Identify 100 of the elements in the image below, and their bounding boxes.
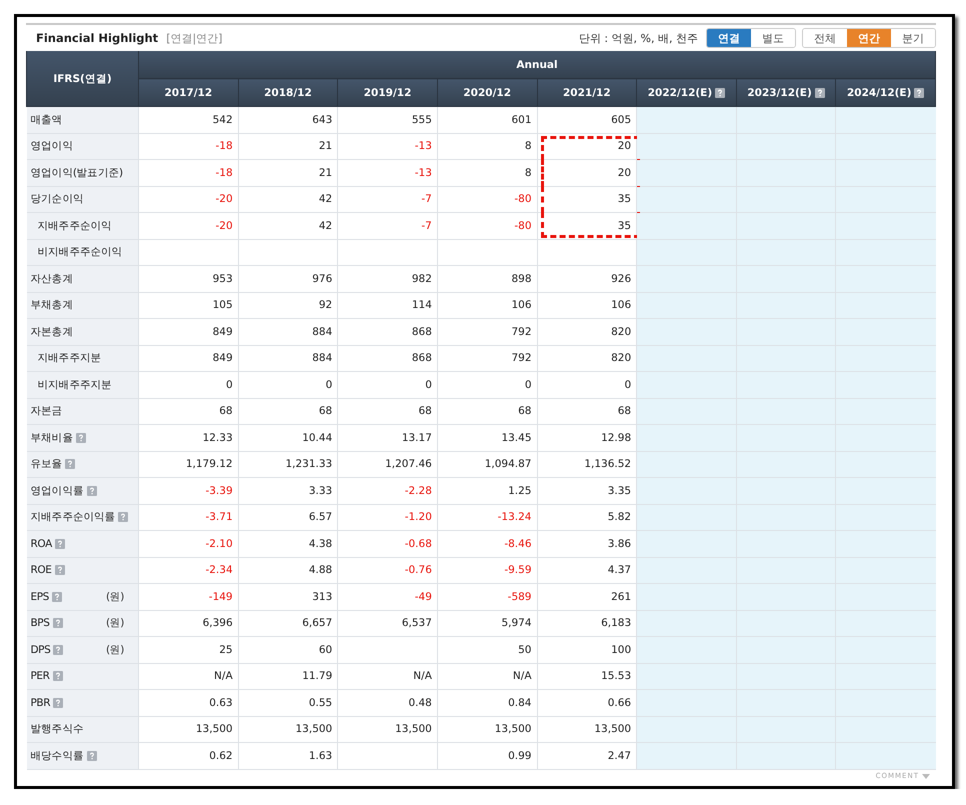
help-icon[interactable]: [814, 88, 825, 98]
row-label-text: 비지배주주지분: [38, 378, 112, 392]
table-cell: 6.57: [238, 504, 338, 530]
table-cell: 792: [437, 318, 537, 345]
table-cell: 884: [238, 345, 338, 372]
table-cell: 5,974: [437, 610, 537, 636]
table-cell: 68: [138, 398, 238, 424]
row-label-text: 당기순이익: [30, 192, 84, 206]
table-cell: 0.55: [238, 690, 338, 716]
help-icon[interactable]: [914, 88, 924, 98]
row-label-text: 배당수익률: [30, 748, 84, 763]
section-title: Financial Highlight: [36, 31, 158, 45]
table-cell: 976: [238, 266, 338, 292]
row-label-text: ROE: [30, 564, 52, 576]
table-cell: -18: [138, 133, 238, 160]
row-label-text: EPS: [30, 590, 49, 603]
table-cell: 6,657: [238, 610, 338, 636]
table-cell: 0.84: [437, 690, 537, 716]
table-cell: 12.98: [537, 424, 637, 451]
table-cell: 849: [138, 318, 238, 345]
table-cell: 868: [338, 318, 438, 345]
caret-icon[interactable]: [922, 774, 930, 778]
table-cell: 68: [537, 398, 637, 424]
row-label-text: 유보율: [30, 457, 62, 472]
table-cell: -2.10: [138, 530, 238, 557]
column-header: 2020/12: [437, 78, 537, 106]
table-cell: 12.33: [138, 424, 238, 451]
table-cell: 105: [138, 292, 238, 318]
table-cell: -0.68: [338, 530, 438, 557]
table-cell: 926: [537, 266, 637, 292]
table-cell: 1,136.52: [537, 451, 637, 478]
table-cell: 35: [537, 212, 637, 239]
table-cell: 25: [138, 636, 238, 663]
row-label-text: 지배주주순이익: [38, 218, 112, 233]
table-cell: 10.44: [238, 424, 338, 451]
table-cell: 8: [437, 160, 537, 186]
table-cell: 42: [238, 212, 338, 239]
row-label-text: BPS: [30, 617, 50, 630]
table-cell: 953: [138, 266, 238, 292]
row-label-text: 자본금: [30, 404, 62, 418]
table-cell: 114: [338, 292, 438, 318]
row-label-text: DPS: [30, 644, 50, 656]
table-cell: 68: [338, 398, 438, 424]
column-header: 2019/12: [338, 78, 438, 106]
table-cell: 898: [437, 266, 537, 292]
table-cell: 0.66: [537, 690, 637, 716]
table-cell: 2.47: [537, 742, 637, 769]
table-cell: 1,231.33: [238, 451, 338, 478]
table-cell: 5.82: [537, 504, 637, 530]
table-cell: 6,396: [138, 610, 238, 636]
table-cell: -7: [338, 186, 438, 212]
section-subtitle: [연결|연간]: [166, 30, 222, 46]
table-cell: -13: [338, 133, 438, 160]
table-cell: 3.35: [537, 478, 637, 504]
help-icon[interactable]: [715, 88, 726, 98]
table-cell: -7: [338, 212, 438, 239]
table-cell: 1.25: [437, 478, 537, 504]
unit-label: 단위 : 억원, %, 배, 천주: [578, 30, 698, 46]
unit-text: (원): [106, 616, 124, 630]
table-cell: 20: [537, 133, 637, 160]
table-cell: 6,537: [338, 610, 438, 636]
table-cell: -3.39: [138, 478, 238, 504]
unit-text: (원): [106, 590, 124, 604]
row-label-text: 부채비율: [30, 430, 73, 445]
table-cell: 0: [437, 372, 537, 398]
table-cell: 13,500: [537, 716, 637, 742]
table-cell: -20: [138, 186, 238, 212]
table-cell: 60: [238, 636, 338, 663]
table-cell: N/A: [138, 663, 238, 690]
table-cell: -20: [138, 212, 238, 239]
table-cell: 106: [537, 292, 637, 318]
table-cell: 601: [437, 106, 537, 133]
column-header: 2024/12(E): [836, 78, 936, 106]
table-cell: 4.88: [238, 557, 338, 584]
table-cell: 3.33: [238, 478, 338, 504]
table-cell: 21: [238, 160, 338, 186]
table-cell: 13,500: [437, 716, 537, 742]
row-label-text: 영업이익률: [30, 484, 84, 498]
table-cell: 3.86: [537, 530, 637, 557]
table-cell: -2.28: [338, 478, 438, 504]
table-cell: 13,500: [138, 716, 238, 742]
column-header: 2021/12: [537, 78, 637, 106]
table-cell: 643: [238, 106, 338, 133]
table-cell: 6,183: [537, 610, 637, 636]
table-cell: 13.45: [437, 424, 537, 451]
table-cell: 0: [537, 372, 637, 398]
column-header: Annual: [138, 51, 936, 78]
row-label-text: 비지배주주순이익: [38, 245, 122, 260]
table-cell: 13,500: [338, 716, 438, 742]
column-header: 2017/12: [138, 78, 238, 106]
table-cell: 313: [238, 584, 338, 610]
table-cell: 0.63: [138, 690, 238, 716]
toggle-button[interactable]: 연결: [707, 29, 751, 47]
table-cell: 35: [537, 186, 637, 212]
table-cell: 555: [338, 106, 438, 133]
table-cell: 982: [338, 266, 438, 292]
table-cell: 21: [238, 133, 338, 160]
row-label-text: 자산총계: [30, 272, 73, 286]
table-cell: 92: [238, 292, 338, 318]
table-cell: 261: [537, 584, 637, 610]
